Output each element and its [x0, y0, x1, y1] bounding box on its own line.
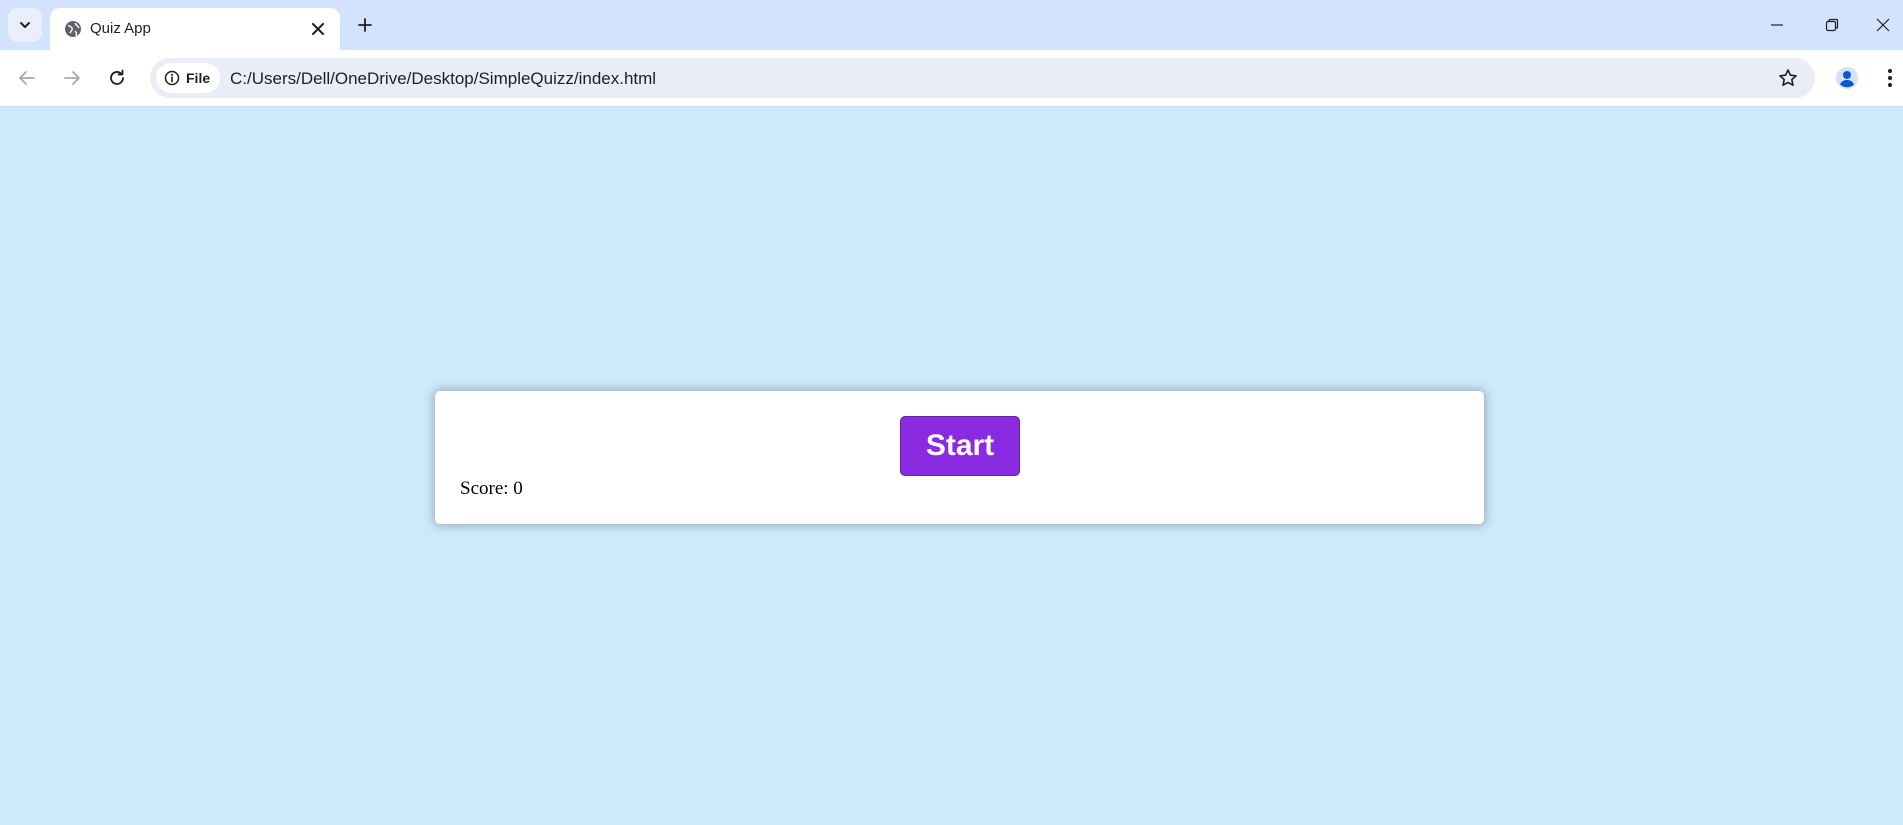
reload-button[interactable]	[99, 60, 135, 96]
restore-icon	[1825, 18, 1839, 32]
tab-quiz-app[interactable]: Quiz App	[50, 8, 340, 50]
arrow-left-icon	[19, 71, 35, 85]
info-icon	[164, 70, 180, 86]
tab-strip: Quiz App	[0, 0, 1903, 50]
site-info-chip[interactable]: File	[156, 63, 221, 93]
start-button[interactable]: Start	[900, 416, 1020, 476]
minimize-icon	[1771, 24, 1783, 26]
browser-menu-button[interactable]	[1880, 62, 1900, 94]
tab-close-button[interactable]	[308, 19, 328, 39]
url-text[interactable]: C:/Users/Dell/OneDrive/Desktop/SimpleQui…	[230, 69, 656, 89]
minimize-button[interactable]	[1757, 8, 1797, 42]
browser-window: Quiz App File C:/Users/Dell/OneDrive/Des…	[0, 0, 1903, 825]
close-window-button[interactable]	[1863, 8, 1903, 42]
bookmark-button[interactable]	[1775, 65, 1801, 91]
quiz-container: Start Score: 0	[435, 391, 1484, 524]
site-chip-label: File	[186, 70, 211, 86]
chevron-down-icon	[20, 22, 30, 28]
close-icon	[1876, 18, 1890, 32]
arrow-right-icon	[64, 71, 80, 85]
browser-toolbar: File C:/Users/Dell/OneDrive/Desktop/Simp…	[0, 50, 1903, 107]
profile-button[interactable]	[1831, 62, 1863, 94]
reload-icon	[110, 69, 124, 85]
address-bar[interactable]: File C:/Users/Dell/OneDrive/Desktop/Simp…	[150, 58, 1815, 98]
kebab-menu-icon	[1888, 69, 1892, 87]
restore-button[interactable]	[1812, 8, 1852, 42]
forward-button[interactable]	[54, 60, 90, 96]
star-icon	[1779, 69, 1797, 86]
score-text: Score: 0	[460, 478, 523, 499]
tab-search-button[interactable]	[8, 8, 42, 42]
tab-title: Quiz App	[90, 20, 151, 37]
close-icon	[312, 23, 324, 35]
globe-icon	[65, 21, 81, 37]
person-icon	[1836, 67, 1858, 89]
plus-icon	[358, 18, 372, 32]
new-tab-button[interactable]	[352, 12, 378, 38]
back-button[interactable]	[9, 60, 45, 96]
